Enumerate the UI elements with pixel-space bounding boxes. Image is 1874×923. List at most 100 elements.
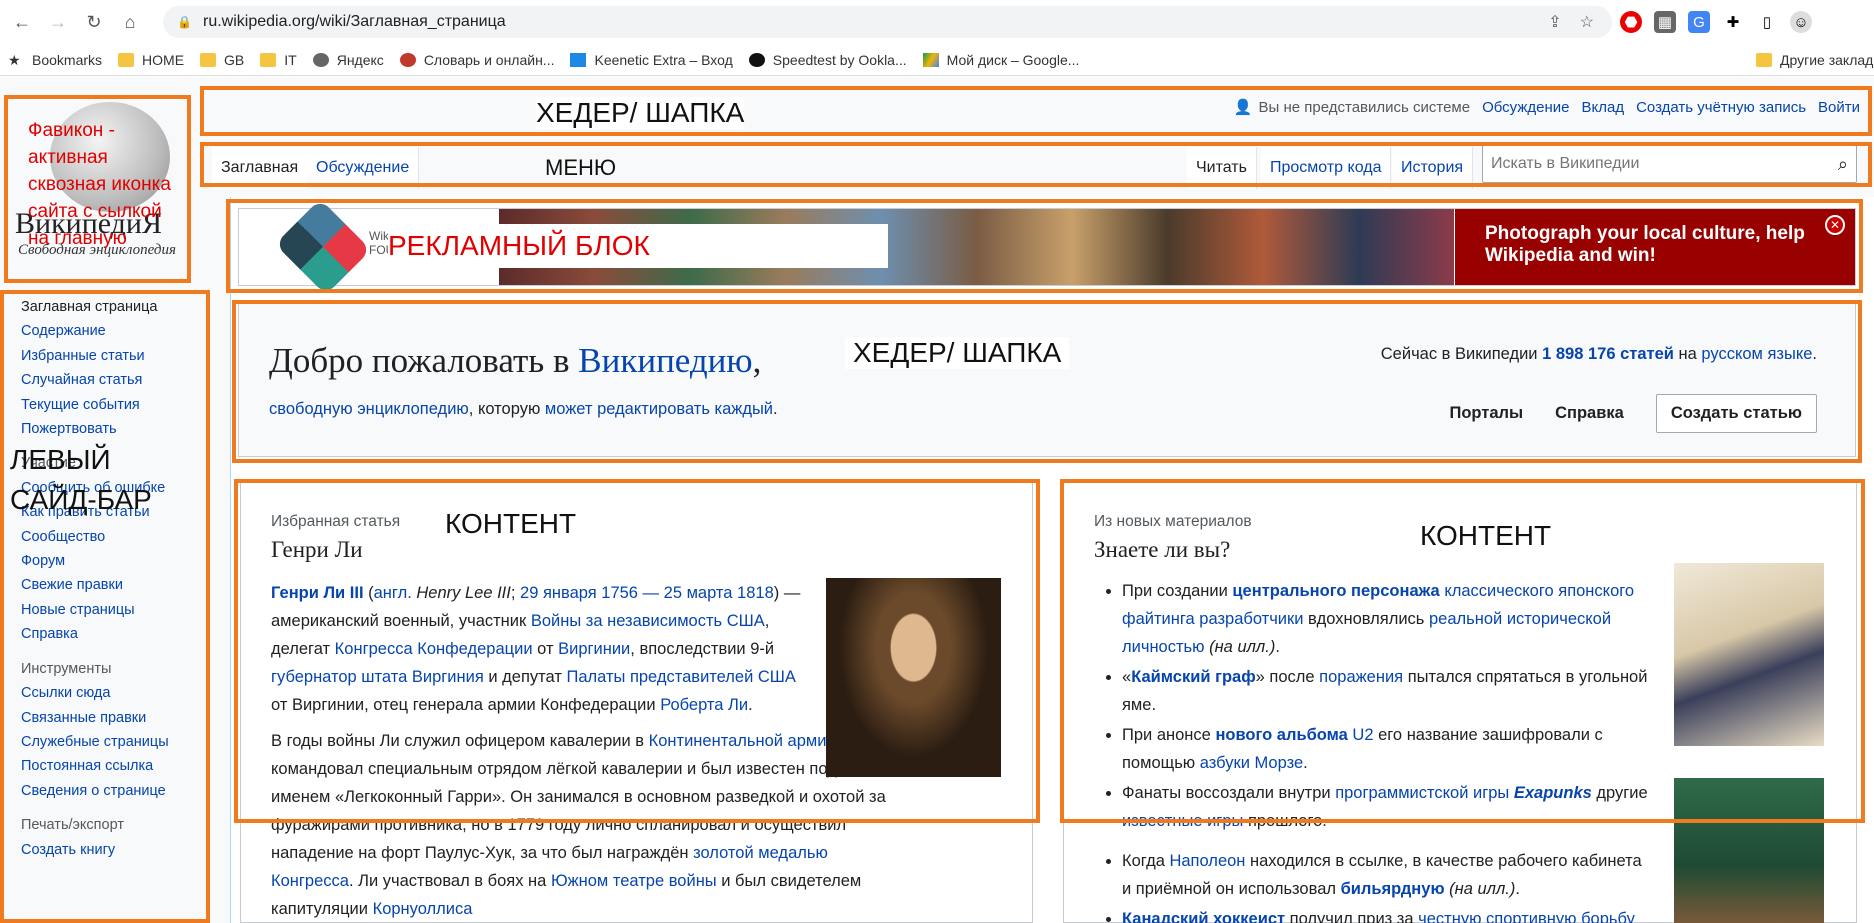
close-icon[interactable]: ✕ <box>1825 215 1845 235</box>
sidebar-item-forum[interactable]: Форум <box>0 549 205 573</box>
url-text[interactable]: ru.wikipedia.org/wiki/Заглавная_страница <box>203 13 506 31</box>
sidebar-item-create-book[interactable]: Создать книгу <box>0 838 205 862</box>
sidebar-item-page-info[interactable]: Сведения о странице <box>0 779 205 803</box>
dyk-link[interactable]: азбуки Морзе <box>1200 754 1303 772</box>
extension-icon[interactable]: ▦ <box>1654 11 1676 33</box>
anyone-can-edit-link[interactable]: может редактировать каждый <box>545 400 773 418</box>
dyk-link[interactable]: бильярдную <box>1341 880 1445 898</box>
bookmark-item[interactable]: IT <box>260 52 297 68</box>
tab-read[interactable]: Читать <box>1187 147 1257 189</box>
dyk-link[interactable]: известные игры <box>1122 812 1243 830</box>
create-account-link[interactable]: Создать учётную запись <box>1636 99 1806 116</box>
sidebar-item-help[interactable]: Справка <box>0 622 205 646</box>
sidebar-item-permalink[interactable]: Постоянная ссылка <box>0 754 205 778</box>
translate-icon[interactable]: G <box>1688 11 1710 33</box>
dyk-link[interactable]: Exapunks <box>1514 784 1592 802</box>
dyk-link[interactable]: поражения <box>1319 668 1403 686</box>
adblock-icon[interactable]: ⬣ <box>1620 11 1642 33</box>
tab-discussion[interactable]: Обсуждение <box>307 147 420 189</box>
sidebar-item-related-changes[interactable]: Связанные правки <box>0 706 205 730</box>
south-theatre-link[interactable]: Южном театре войны <box>551 872 717 890</box>
portals-button[interactable]: Порталы <box>1449 404 1523 423</box>
samurai-illustration[interactable] <box>1674 563 1824 746</box>
search-input[interactable] <box>1491 155 1811 173</box>
profile-icon[interactable]: ☺ <box>1790 11 1812 33</box>
share-icon[interactable]: ⇪ <box>1548 12 1561 32</box>
site-logo[interactable]: ВикипедиЯ Свободная энциклопедия Фавикон… <box>10 97 180 258</box>
dyk-link[interactable]: Каймский граф <box>1131 668 1255 686</box>
bookmark-item[interactable]: GB <box>200 52 244 68</box>
house-link[interactable]: Палаты представителей США <box>566 668 795 686</box>
cornwallis-link[interactable]: Корнуоллиса <box>373 900 473 918</box>
robert-lee-link[interactable]: Роберта Ли <box>660 696 748 714</box>
sidebar-item-featured[interactable]: Избранные статьи <box>0 344 205 368</box>
sidebar-item-special-pages[interactable]: Служебные страницы <box>0 730 205 754</box>
search-icon[interactable]: ⌕ <box>1838 154 1848 175</box>
virginia-link[interactable]: Виргинии <box>558 640 630 658</box>
sidebar-item-community[interactable]: Сообщество <box>0 525 205 549</box>
war-link[interactable]: Войны за независимость США <box>531 612 765 630</box>
create-article-button[interactable]: Создать статью <box>1655 394 1817 433</box>
governor-link[interactable]: губернатор штата Виргиния <box>271 668 484 686</box>
wikipedia-link[interactable]: Википедию <box>578 341 752 380</box>
bookmark-item[interactable]: Яндекс <box>312 52 384 68</box>
tab-history[interactable]: История <box>1392 147 1474 189</box>
nav-buttons: ← → ↻ ⌂ <box>0 8 144 36</box>
bookmark-item[interactable]: Мой диск – Google... <box>922 52 1079 68</box>
welcome-tagline: свободную энциклопедию, которую может ре… <box>269 400 778 418</box>
dyk-link[interactable]: U2 <box>1352 726 1373 744</box>
free-encyclopedia-link[interactable]: свободную энциклопедию <box>269 400 469 418</box>
list-item: При анонсе нового альбома U2 его названи… <box>1122 721 1654 777</box>
date-link[interactable]: 29 января 1756 — 25 марта 1818 <box>520 584 774 602</box>
contributions-link[interactable]: Вклад <box>1581 99 1624 116</box>
dyk-link[interactable]: Наполеон <box>1169 852 1245 870</box>
sidebar-item-whatlinkshere[interactable]: Ссылки сюда <box>0 681 205 705</box>
help-button[interactable]: Справка <box>1555 404 1624 423</box>
dyk-link[interactable]: разработчики <box>1199 610 1303 628</box>
army-link[interactable]: Континентальной армии <box>649 732 836 750</box>
login-link[interactable]: Войти <box>1818 99 1860 116</box>
talk-link[interactable]: Обсуждение <box>1482 99 1569 116</box>
language-link[interactable]: русском языке <box>1701 345 1812 363</box>
forward-icon[interactable]: → <box>44 8 72 36</box>
bookmark-item[interactable]: Speedtest by Ookla... <box>748 52 907 68</box>
bookmark-item[interactable]: Словарь и онлайн... <box>399 52 554 68</box>
bookmark-item[interactable]: HOME <box>118 52 184 68</box>
article-link[interactable]: Генри Ли III <box>271 584 364 602</box>
sidebar-item-main[interactable]: Заглавная страница <box>0 295 205 319</box>
congress-link[interactable]: Конгресса Конфедерации <box>335 640 533 658</box>
tab-view-source[interactable]: Просмотр кода <box>1261 147 1392 189</box>
bookmark-item[interactable]: ★ Bookmarks <box>8 52 102 68</box>
dyk-link[interactable]: честную спортивную борьбу <box>1418 910 1635 923</box>
address-bar[interactable]: 🔒 ru.wikipedia.org/wiki/Заглавная_страни… <box>163 6 1612 38</box>
bookmark-item[interactable]: Keenetic Extra – Вход <box>570 52 733 68</box>
annotation-label-ads: РЕКЛАМНЫЙ БЛОК <box>388 224 888 268</box>
back-icon[interactable]: ← <box>8 8 36 36</box>
puzzle-icon[interactable]: ✚ <box>1722 11 1744 33</box>
sidebar-item-random[interactable]: Случайная статья <box>0 368 205 392</box>
sidebar-item-recent-changes[interactable]: Свежие правки <box>0 573 205 597</box>
reload-icon[interactable]: ↻ <box>80 8 108 36</box>
tab-main[interactable]: Заглавная <box>212 147 309 189</box>
sidebar-item-current-events[interactable]: Текущие события <box>0 393 205 417</box>
dyk-link[interactable]: программистской игры <box>1335 784 1509 802</box>
article-count-link[interactable]: 1 898 176 статей <box>1542 345 1674 363</box>
home-icon[interactable]: ⌂ <box>116 8 144 36</box>
lang-link[interactable]: англ. <box>374 584 412 602</box>
dyk-link[interactable]: Канадский хоккеист <box>1122 910 1285 923</box>
henry-lee-portrait[interactable] <box>826 578 1001 777</box>
sidebar-item-new-pages[interactable]: Новые страницы <box>0 598 205 622</box>
drive-icon <box>922 53 939 67</box>
bookmark-item[interactable]: Другие заклад <box>1756 52 1873 68</box>
sidepanel-icon[interactable]: ▯ <box>1756 11 1778 33</box>
dyk-link[interactable]: нового альбома <box>1215 726 1347 744</box>
billiard-room-illustration[interactable] <box>1674 778 1824 923</box>
sidebar-item-donate[interactable]: Пожертвовать <box>0 417 205 441</box>
dyk-link[interactable]: центрального персонажа <box>1232 582 1439 600</box>
sidebar-item-contents[interactable]: Содержание <box>0 319 205 343</box>
star-icon[interactable]: ☆ <box>1580 12 1594 32</box>
extensions: ⬣ ▦ G ✚ ▯ ☺ <box>1620 8 1812 36</box>
search-box: ⌕ <box>1482 145 1857 183</box>
banner-cta[interactable]: Photograph your local culture, help Wiki… <box>1455 209 1855 285</box>
lock-icon: 🔒 <box>177 15 192 29</box>
